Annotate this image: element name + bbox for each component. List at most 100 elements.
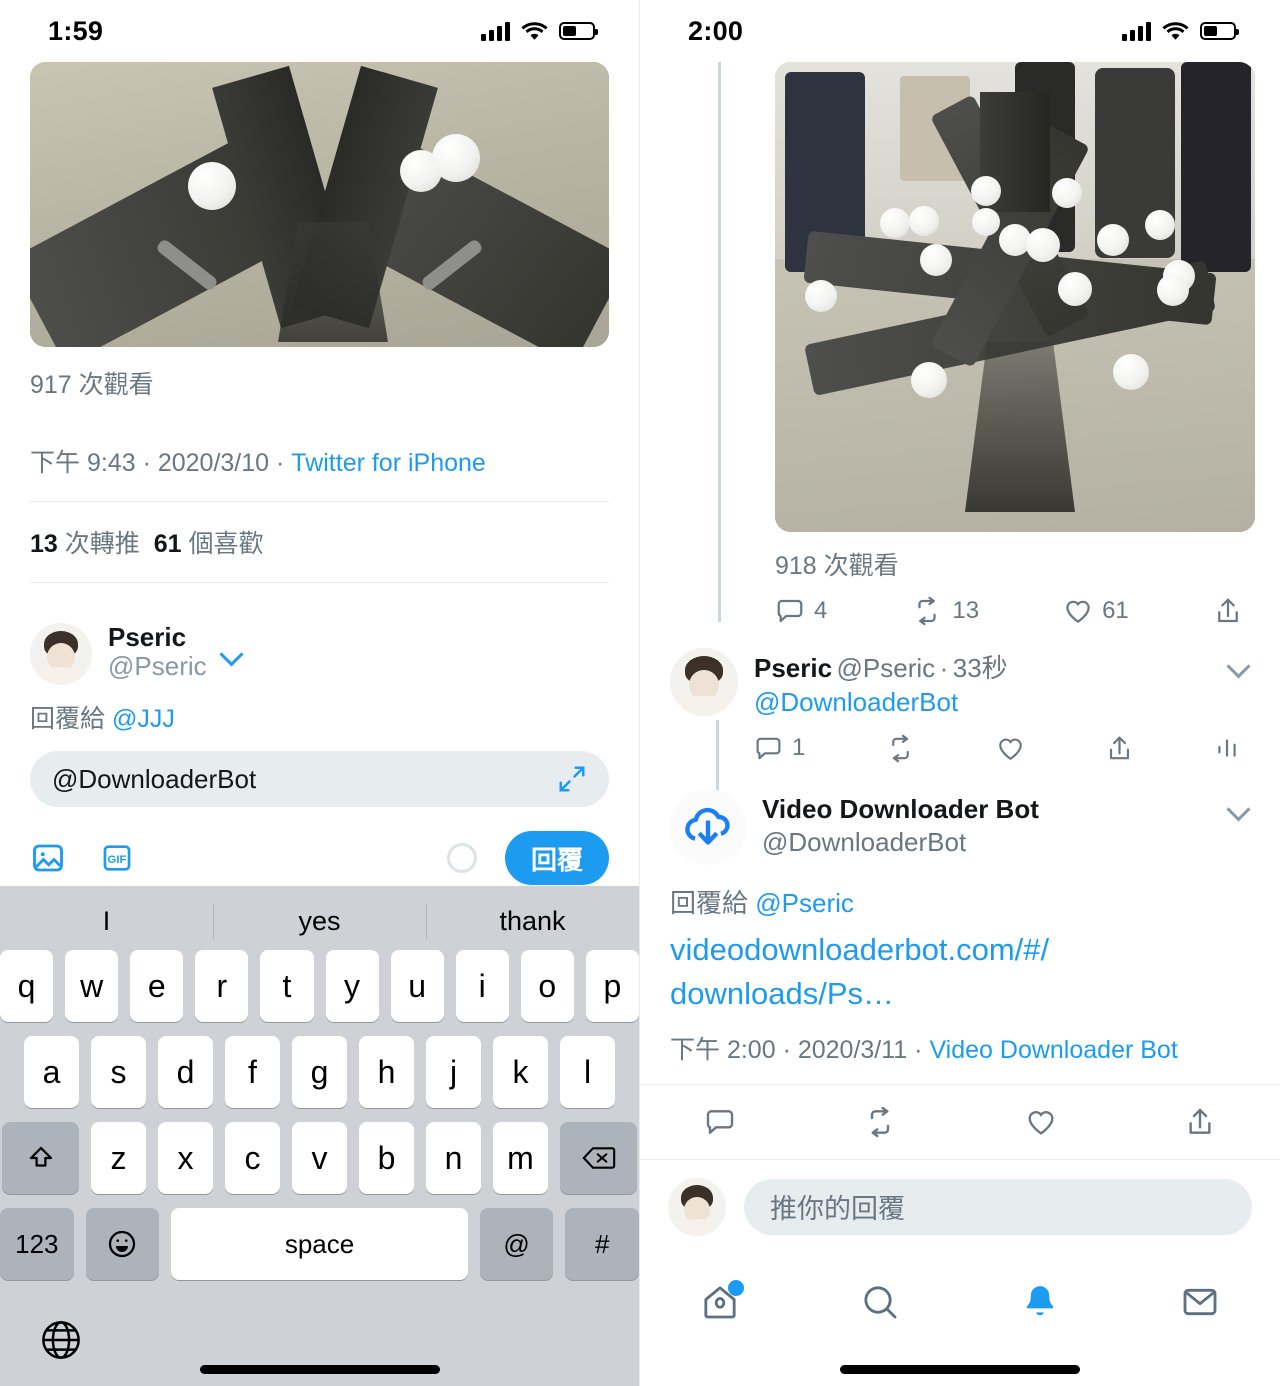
divider-below-counts <box>30 582 609 583</box>
status-indicators <box>481 21 598 41</box>
key-l[interactable]: l <box>560 1036 615 1108</box>
suggestion-1[interactable]: I <box>0 906 213 937</box>
bot-display-name[interactable]: Video Downloader Bot <box>762 793 1228 827</box>
avatar[interactable] <box>670 648 738 716</box>
reply-submit-button[interactable]: 回覆 <box>504 831 609 885</box>
key-s[interactable]: s <box>91 1036 146 1108</box>
globe-icon[interactable] <box>38 1317 84 1363</box>
cloud-download-icon <box>685 807 730 845</box>
share-icon[interactable] <box>1184 1106 1216 1138</box>
key-space[interactable]: space <box>171 1208 468 1280</box>
image-icon[interactable] <box>30 840 66 876</box>
bot-tweet-text: videodownloaderbot.com/#/ downloads/Ps… <box>670 928 1250 1016</box>
like-action[interactable] <box>1025 1106 1057 1138</box>
key-hash[interactable]: # <box>565 1208 639 1280</box>
video-thumbnail-right[interactable] <box>775 62 1255 532</box>
chevron-down-icon[interactable] <box>1228 658 1250 670</box>
key-o[interactable]: o <box>520 950 574 1022</box>
composer-name-col: Pseric @Pseric <box>108 622 207 682</box>
key-z[interactable]: z <box>91 1122 146 1194</box>
retweet-action[interactable]: 13 <box>911 596 979 626</box>
reply-text-input[interactable]: @DownloaderBot <box>30 751 609 807</box>
retweet-count[interactable]: 13 <box>30 530 58 558</box>
tab-home[interactable] <box>640 1280 800 1322</box>
bot-replying-to[interactable]: @Pseric <box>755 888 854 918</box>
key-h[interactable]: h <box>359 1036 414 1108</box>
cellular-signal-icon <box>481 21 510 41</box>
like-count[interactable]: 61 <box>154 530 182 558</box>
replying-to-handle[interactable]: @JJJ <box>112 705 175 733</box>
avatar[interactable] <box>668 1177 726 1236</box>
key-j[interactable]: j <box>426 1036 481 1108</box>
tab-messages[interactable] <box>1120 1282 1280 1322</box>
key-q[interactable]: q <box>0 950 54 1022</box>
video-thumbnail-left[interactable] <box>30 62 609 347</box>
video-frame <box>30 62 609 347</box>
key-w[interactable]: w <box>65 950 119 1022</box>
reply-display-name[interactable]: Pseric <box>754 653 832 683</box>
like-action[interactable]: 61 <box>1063 596 1129 626</box>
key-u[interactable]: u <box>390 950 444 1022</box>
tab-notifications[interactable] <box>960 1282 1120 1322</box>
gif-icon[interactable]: GIF <box>100 841 134 875</box>
bot-link-line-2[interactable]: downloads/Ps… <box>670 976 894 1011</box>
reply-action[interactable] <box>704 1106 736 1138</box>
reply-action[interactable]: 1 <box>754 734 805 763</box>
key-f[interactable]: f <box>225 1036 280 1108</box>
suggestion-3[interactable]: thank <box>426 906 639 937</box>
key-n[interactable]: n <box>426 1122 481 1194</box>
root-tweet-right: 918 次觀看 4 13 61 <box>640 62 1280 626</box>
key-g[interactable]: g <box>292 1036 347 1108</box>
keyboard-row-3: z x c v b n m <box>0 1122 639 1194</box>
shift-icon[interactable] <box>2 1122 79 1194</box>
reply-input[interactable]: 推你的回覆 <box>744 1178 1252 1235</box>
tweet-date: 2020/3/10 <box>157 449 270 477</box>
chevron-down-icon[interactable] <box>1228 801 1250 813</box>
character-count-circle <box>446 843 477 873</box>
like-action[interactable] <box>996 734 1025 763</box>
key-r[interactable]: r <box>195 950 249 1022</box>
key-x[interactable]: x <box>158 1122 213 1194</box>
bot-replying-line: 回覆給 @Pseric <box>670 883 1250 920</box>
key-c[interactable]: c <box>225 1122 280 1194</box>
key-e[interactable]: e <box>130 950 184 1022</box>
share-icon[interactable] <box>1105 734 1134 763</box>
share-icon[interactable] <box>1213 596 1243 626</box>
search-icon <box>864 1286 897 1319</box>
analytics-bars-icon[interactable] <box>1214 734 1240 762</box>
key-p[interactable]: p <box>585 950 639 1022</box>
key-y[interactable]: y <box>325 950 379 1022</box>
battery-icon <box>559 22 598 40</box>
retweet-action[interactable] <box>863 1106 897 1138</box>
key-m[interactable]: m <box>493 1122 548 1194</box>
key-v[interactable]: v <box>292 1122 347 1194</box>
backspace-icon[interactable] <box>560 1122 637 1194</box>
wifi-icon <box>521 21 548 41</box>
retweet-action[interactable] <box>885 734 916 763</box>
key-b[interactable]: b <box>359 1122 414 1194</box>
key-t[interactable]: t <box>260 950 314 1022</box>
reply-mention[interactable]: @DownloaderBot <box>754 686 1228 720</box>
tweet-detail-left: 917 次觀看 下午 9:43 · 2020/3/10 · Twitter fo… <box>0 365 639 583</box>
status-time: 2:00 <box>688 15 744 46</box>
tweet-source-link[interactable]: Twitter for iPhone <box>291 449 486 477</box>
emoji-icon[interactable] <box>85 1208 160 1280</box>
key-at[interactable]: @ <box>479 1208 554 1280</box>
expand-arrows-icon[interactable] <box>557 764 587 794</box>
bot-link-line-1[interactable]: videodownloaderbot.com/#/ <box>670 932 1049 967</box>
avatar[interactable] <box>670 788 746 865</box>
tab-search[interactable] <box>800 1282 960 1322</box>
bot-source-link[interactable]: Video Downloader Bot <box>929 1036 1177 1064</box>
composer-handle: @Pseric <box>108 651 207 682</box>
suggestion-2[interactable]: yes <box>213 906 426 937</box>
key-numbers[interactable]: 123 <box>0 1208 74 1280</box>
chevron-down-icon[interactable] <box>221 646 243 658</box>
key-i[interactable]: i <box>455 950 509 1022</box>
reply-action[interactable]: 4 <box>775 596 827 626</box>
like-count: 61 <box>1102 597 1129 624</box>
view-count: 917 次觀看 <box>30 371 154 399</box>
key-a[interactable]: a <box>24 1036 79 1108</box>
key-d[interactable]: d <box>158 1036 213 1108</box>
key-k[interactable]: k <box>493 1036 548 1108</box>
avatar[interactable] <box>30 623 92 685</box>
